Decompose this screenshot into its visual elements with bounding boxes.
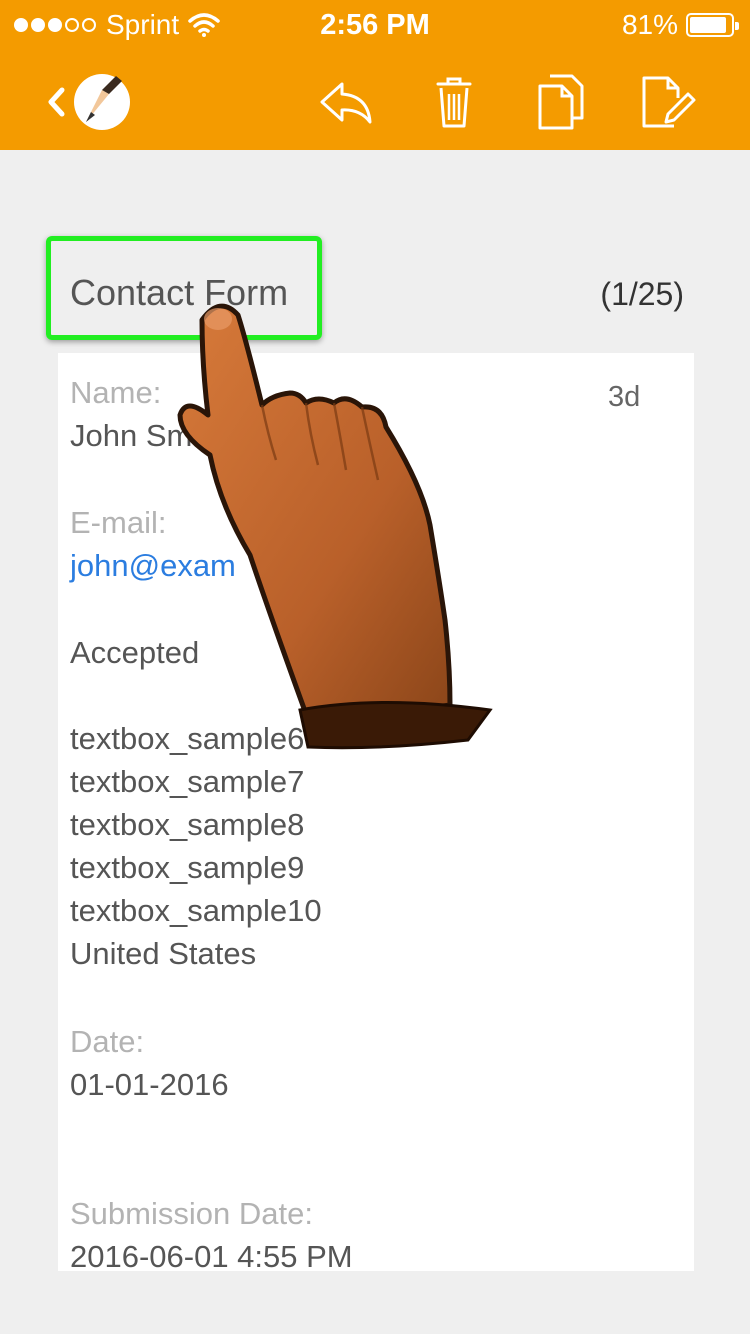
- battery-percent: 81%: [621, 9, 678, 40]
- address-line: textbox_sample7: [70, 764, 305, 799]
- submission-date-field: Submission Date: 2016-06-01 4:55 PM: [70, 1196, 353, 1271]
- chevron-left-icon: [48, 87, 65, 117]
- address-line: textbox_sample10: [70, 893, 322, 928]
- pencil-logo-icon: [74, 74, 130, 130]
- copy-button[interactable]: [532, 74, 592, 130]
- edit-button[interactable]: [638, 74, 698, 130]
- reply-icon: [320, 82, 372, 124]
- status-right: 81%: [621, 9, 739, 41]
- battery-icon: [686, 13, 739, 37]
- copy-icon: [538, 74, 584, 130]
- pointing-hand-icon: [177, 303, 493, 750]
- address-line: textbox_sample8: [70, 807, 305, 842]
- date-value: 01-01-2016: [70, 1067, 229, 1102]
- page-counter: (1/25): [600, 276, 684, 312]
- edit-icon: [642, 76, 696, 128]
- status-bar: Sprint 2:56 PM 81%: [0, 0, 750, 52]
- country-line: United States: [70, 936, 257, 971]
- date-label: Date:: [70, 1024, 145, 1059]
- address-line: textbox_sample9: [70, 850, 305, 885]
- back-button[interactable]: [44, 72, 138, 132]
- date-field: Date: 01-01-2016: [70, 1024, 229, 1110]
- submission-date-label: Submission Date:: [70, 1196, 313, 1231]
- trash-icon: [436, 77, 472, 128]
- delete-button[interactable]: [424, 74, 484, 130]
- submission-date-value: 2016-06-01 4:55 PM: [70, 1239, 353, 1271]
- app-header: Sprint 2:56 PM 81%: [0, 0, 750, 150]
- submission-age: 3d: [608, 381, 641, 413]
- reply-button[interactable]: [316, 74, 376, 130]
